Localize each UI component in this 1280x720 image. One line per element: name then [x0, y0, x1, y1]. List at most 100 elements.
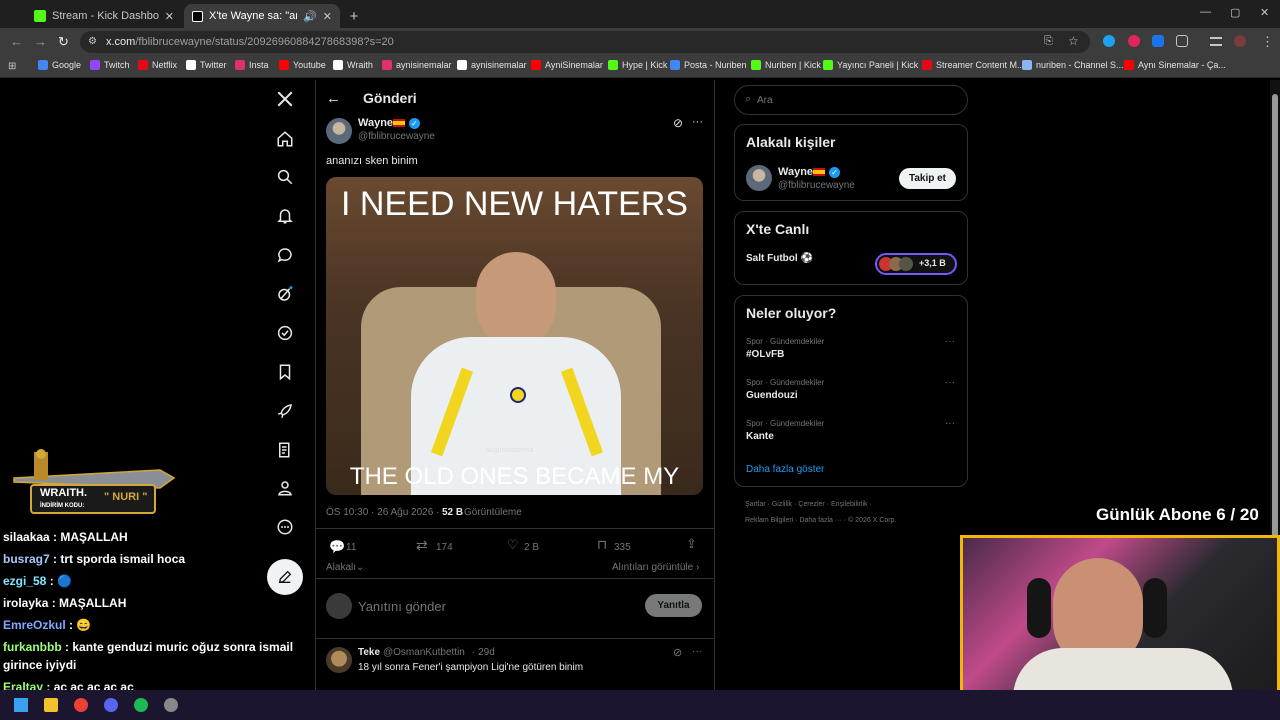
bookmark-item[interactable]: Netflix	[138, 60, 177, 70]
home-icon[interactable]	[272, 126, 298, 152]
new-tab-button[interactable]: +	[344, 4, 364, 28]
footer-links[interactable]: Reklam Bilgileri · Daha fazla ··· · © 20…	[745, 517, 896, 524]
author-handle[interactable]: @fblibrucewayne	[358, 131, 435, 142]
reply-input[interactable]	[358, 596, 628, 616]
tab-kick-dashboard[interactable]: Stream - Kick Dashboard ✕	[26, 4, 182, 28]
bookmark-item[interactable]: Wraith	[333, 60, 373, 70]
bookmark-item[interactable]: Yayıncı Paneli | Kick	[823, 60, 918, 70]
app-icon[interactable]	[164, 698, 178, 712]
speaker-icon[interactable]: 🔊	[303, 10, 317, 23]
media-icon[interactable]	[1210, 37, 1222, 46]
trend-name[interactable]: Kante	[746, 431, 774, 442]
profile-avatar-icon[interactable]	[1234, 35, 1246, 47]
trend-name[interactable]: #OLvFB	[746, 349, 784, 360]
messages-icon[interactable]	[272, 242, 298, 268]
bookmark-item[interactable]: AyniSinemalar	[531, 60, 603, 70]
windows-start-icon[interactable]	[14, 698, 28, 712]
like-icon[interactable]: ♡	[507, 537, 519, 553]
user-avatar[interactable]	[326, 593, 352, 619]
bookmark-item[interactable]: Google	[38, 60, 81, 70]
minimize-icon[interactable]: —	[1200, 6, 1211, 18]
author-name[interactable]: Wayne	[358, 117, 393, 129]
reply-button[interactable]: Yanıtla	[645, 594, 702, 617]
close-tab-icon[interactable]: ✕	[165, 10, 174, 23]
reply-author-name[interactable]: Teke	[358, 647, 380, 658]
bookmarks-icon[interactable]	[272, 359, 298, 385]
notifications-icon[interactable]	[272, 203, 298, 229]
view-quotes-link[interactable]: Alıntıları görüntüle ›	[612, 562, 699, 573]
tab-x-post[interactable]: X'te Wayne sa: "ananızı sken 🔊 ✕	[184, 4, 340, 28]
bookmark-item[interactable]: Hype | Kick	[608, 60, 667, 70]
back-icon[interactable]: ←	[10, 34, 23, 49]
apps-grid-icon[interactable]: ⊞	[8, 61, 16, 72]
reload-icon[interactable]: ↻	[58, 34, 69, 50]
repost-icon[interactable]: ⇄	[416, 537, 428, 554]
bookmark-item[interactable]: Twitch	[90, 60, 130, 70]
discord-icon[interactable]	[104, 698, 118, 712]
related-avatar[interactable]	[746, 165, 772, 191]
post-timestamp[interactable]: ÖS 10:30 · 26 Ağu 2026 ·	[326, 507, 439, 518]
trend-more-icon[interactable]: ···	[945, 336, 955, 347]
live-listeners-pill[interactable]: +3,1 B	[875, 253, 957, 275]
compose-post-button[interactable]	[267, 559, 303, 595]
spotify-icon[interactable]	[134, 698, 148, 712]
bookmark-item[interactable]: Aynı Sinemalar - Ça...	[1124, 60, 1226, 70]
install-app-icon[interactable]: ⎘	[1044, 35, 1053, 48]
bookmark-item[interactable]: Posta - Nuriben	[670, 60, 747, 70]
lists-icon[interactable]	[272, 437, 298, 463]
reply-more-icon[interactable]: ···	[692, 646, 702, 657]
bookmark-item[interactable]: aynisinemalar	[382, 60, 452, 70]
site-info-icon[interactable]: ⚙	[88, 36, 97, 47]
file-explorer-icon[interactable]	[44, 698, 58, 712]
related-handle[interactable]: @fblibrucewayne	[778, 180, 855, 191]
reply-author-handle[interactable]: @OsmanKutbettin	[383, 647, 465, 658]
author-avatar[interactable]	[326, 118, 352, 144]
search-box[interactable]: ⌕	[734, 85, 968, 115]
more-icon[interactable]	[272, 514, 298, 540]
bookmark-item[interactable]: aynisinemalar	[457, 60, 527, 70]
address-bar[interactable]: ⚙ x.com/fblibrucewayne/status/2092696088…	[80, 31, 1090, 53]
bookmark-item[interactable]: Twitter	[186, 60, 227, 70]
close-window-icon[interactable]: ✕	[1260, 6, 1269, 19]
close-tab-icon[interactable]: ✕	[323, 10, 332, 23]
post-image[interactable]: I NEED NEW HATERS augustusperisa THE OLD…	[326, 177, 703, 495]
bookmark-item[interactable]: nuriben - Channel S...	[1022, 60, 1124, 70]
bookmark-item[interactable]: Insta	[235, 60, 269, 70]
grok-icon[interactable]	[272, 281, 298, 307]
share-icon[interactable]: ⇪	[686, 536, 697, 552]
menu-kebab-icon[interactable]: ⋮	[1261, 34, 1274, 50]
rocket-icon[interactable]	[272, 398, 298, 424]
bookmark-item[interactable]: Streamer Content M...	[922, 60, 1025, 70]
trend-name[interactable]: Guendouzi	[746, 390, 798, 401]
post-more-icon[interactable]: ···	[692, 116, 703, 128]
search-input[interactable]	[757, 92, 957, 108]
sort-replies-dropdown[interactable]: Alakalı⌄	[326, 562, 364, 573]
profile-icon[interactable]	[272, 475, 298, 501]
x-logo-icon[interactable]	[272, 86, 298, 112]
live-item-name[interactable]: Salt Futbol ⚽	[746, 253, 813, 264]
extension-icon[interactable]	[1103, 35, 1115, 47]
extensions-puzzle-icon[interactable]	[1176, 35, 1188, 47]
trend-more-icon[interactable]: ···	[945, 418, 955, 429]
forward-icon[interactable]: →	[34, 34, 47, 49]
follow-button[interactable]: Takip et	[899, 168, 956, 189]
reply-author-avatar[interactable]	[326, 647, 352, 673]
bookmark-item[interactable]: Youtube	[279, 60, 326, 70]
search-icon[interactable]	[272, 164, 298, 190]
trend-more-icon[interactable]: ···	[945, 377, 955, 388]
reply-icon[interactable]: 💬	[329, 539, 345, 555]
bookmark-item[interactable]: Nuriben | Kick	[751, 60, 821, 70]
bookmark-star-icon[interactable]: ☆	[1068, 34, 1079, 48]
shield-extension-icon[interactable]	[1152, 35, 1164, 47]
extension-icon[interactable]	[1128, 35, 1140, 47]
related-name[interactable]: Wayne	[778, 166, 813, 178]
verified-icon[interactable]	[272, 320, 298, 346]
grok-explain-icon[interactable]: ⊘	[673, 116, 683, 130]
grok-explain-icon[interactable]: ⊘	[673, 646, 682, 659]
show-more-link[interactable]: Daha fazla göster	[746, 464, 824, 475]
bookmark-icon[interactable]: ⊓	[597, 537, 607, 553]
footer-links[interactable]: Şartlar · Gizlilik · Çerezler · Erişileb…	[745, 501, 872, 508]
maximize-icon[interactable]: ▢	[1230, 6, 1240, 19]
back-arrow-icon[interactable]: ←	[326, 90, 341, 107]
chrome-icon[interactable]	[74, 698, 88, 712]
